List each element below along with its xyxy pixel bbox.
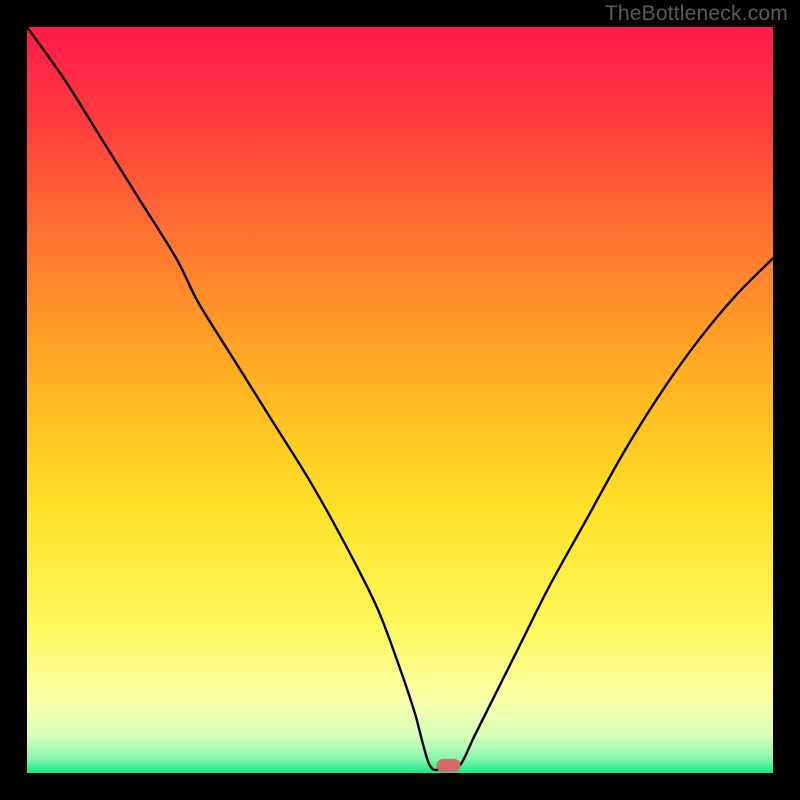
chart-frame: TheBottleneck.com (0, 0, 800, 800)
gradient-background (27, 27, 773, 773)
optimal-point-marker (437, 759, 461, 772)
watermark-text: TheBottleneck.com (605, 2, 788, 26)
bottleneck-curve-plot (27, 27, 773, 773)
